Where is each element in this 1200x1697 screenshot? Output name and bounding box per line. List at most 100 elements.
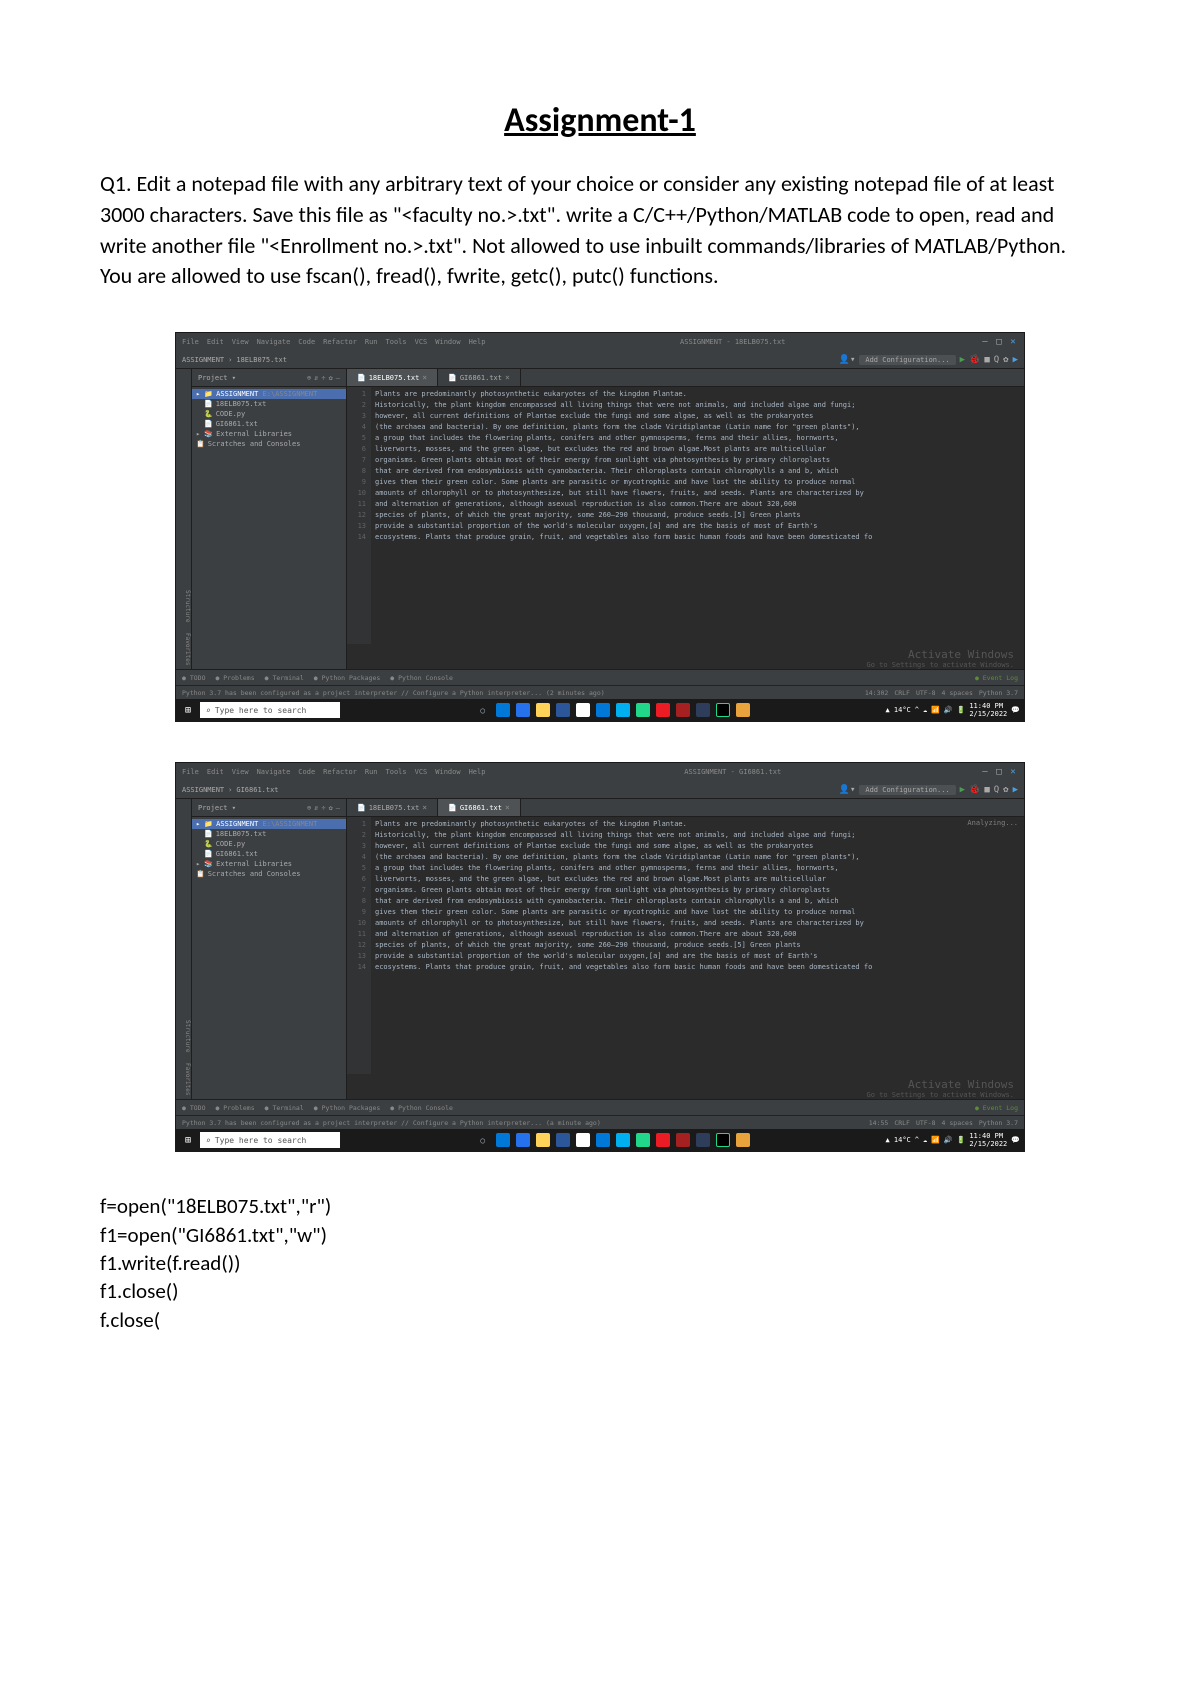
add-configuration-button[interactable]: Add Configuration... xyxy=(859,785,955,795)
taskbar-search[interactable]: ⌕ Type here to search xyxy=(200,1132,340,1148)
tree-item[interactable]: 📄 18ELB075.txt xyxy=(192,399,346,409)
favorites-tab[interactable]: Favorites xyxy=(176,1063,191,1096)
scope-icon[interactable]: ⊕ xyxy=(307,374,311,382)
scope-icon[interactable]: ⊕ xyxy=(307,804,311,812)
status-item[interactable]: 14:55 xyxy=(869,1119,889,1127)
settings-icon[interactable]: ✿ xyxy=(1003,785,1008,795)
locate-icon[interactable]: ÷ xyxy=(321,804,325,812)
menu-code[interactable]: Code xyxy=(298,768,315,776)
word-icon[interactable] xyxy=(556,1133,570,1147)
start-button[interactable]: ⊞ xyxy=(180,702,196,718)
status-item[interactable]: 4 spaces xyxy=(942,689,973,697)
weather-widget[interactable]: ▲ 14°C xyxy=(885,1136,910,1144)
battery-icon[interactable]: 🔋 xyxy=(957,1136,966,1144)
menu-view[interactable]: View xyxy=(232,338,249,346)
project-dropdown[interactable]: Project ▾ xyxy=(198,374,236,382)
menu-tools[interactable]: Tools xyxy=(386,338,407,346)
stop-icon[interactable]: ■ xyxy=(984,785,989,795)
tree-item[interactable]: ▸ 📁 ASSIGNMENT E:\ASSIGNMENT xyxy=(192,389,346,399)
search-icon[interactable]: Q xyxy=(994,785,999,795)
menu-edit[interactable]: Edit xyxy=(207,768,224,776)
tray-chevron-icon[interactable]: ^ xyxy=(915,706,919,714)
weather-widget[interactable]: ▲ 14°C xyxy=(885,706,910,714)
close-icon[interactable]: ✕ xyxy=(1008,337,1018,347)
editor-tab[interactable]: 📄18ELB075.txt× xyxy=(347,369,438,386)
bottom-tab-terminal[interactable]: ● Terminal xyxy=(265,1104,304,1112)
volume-icon[interactable]: 🔊 xyxy=(944,706,953,714)
maximize-icon[interactable]: □ xyxy=(994,767,1004,777)
status-item[interactable]: 4 spaces xyxy=(942,1119,973,1127)
add-configuration-button[interactable]: Add Configuration... xyxy=(859,355,955,365)
gear-icon[interactable]: ✿ xyxy=(329,374,333,382)
tray-chevron-icon[interactable]: ^ xyxy=(915,1136,919,1144)
vscode-icon[interactable] xyxy=(596,703,610,717)
pycharm2-icon[interactable] xyxy=(716,1133,730,1147)
event-log-button[interactable]: ● Event Log xyxy=(975,1104,1018,1112)
clock[interactable]: 11:40 PM2/15/2022 xyxy=(969,1132,1007,1148)
editor-tab[interactable]: 📄18ELB075.txt× xyxy=(347,799,438,816)
breadcrumb-project[interactable]: ASSIGNMENT xyxy=(182,786,224,794)
pycharm2-icon[interactable] xyxy=(716,703,730,717)
tree-item[interactable]: ▸ 📚 External Libraries xyxy=(192,429,346,439)
menu-vcs[interactable]: VCS xyxy=(415,768,428,776)
project-dropdown[interactable]: Project ▾ xyxy=(198,804,236,812)
more-icon[interactable]: ▶ xyxy=(1013,785,1018,795)
menu-window[interactable]: Window xyxy=(435,338,460,346)
bottom-tab-terminal[interactable]: ● Terminal xyxy=(265,674,304,682)
favorites-tab[interactable]: Favorites xyxy=(176,633,191,666)
bottom-tab-todo[interactable]: ● TODO xyxy=(182,1104,205,1112)
bottom-tab-python-console[interactable]: ● Python Console xyxy=(390,674,453,682)
tab-close-icon[interactable]: × xyxy=(422,373,427,382)
tree-item[interactable]: 🐍 CODE.py xyxy=(192,409,346,419)
editor-tab[interactable]: 📄GI6861.txt× xyxy=(438,799,521,816)
status-item[interactable]: UTF-8 xyxy=(916,689,936,697)
tree-item[interactable]: 🐍 CODE.py xyxy=(192,839,346,849)
menu-tools[interactable]: Tools xyxy=(386,768,407,776)
tree-item[interactable]: 📋 Scratches and Consoles xyxy=(192,439,346,449)
explorer-icon[interactable] xyxy=(536,703,550,717)
event-log-button[interactable]: ● Event Log xyxy=(975,674,1018,682)
bottom-tab-python-packages[interactable]: ● Python Packages xyxy=(314,1104,381,1112)
debug-icon[interactable]: 🐞 xyxy=(969,355,980,365)
structure-tab[interactable]: Structure xyxy=(176,1020,191,1053)
user-icon[interactable]: 👤▾ xyxy=(839,785,856,795)
debug-icon[interactable]: 🐞 xyxy=(969,785,980,795)
menu-run[interactable]: Run xyxy=(365,768,378,776)
tree-item[interactable]: 📄 GI6861.txt xyxy=(192,419,346,429)
menu-window[interactable]: Window xyxy=(435,768,460,776)
app2-icon[interactable] xyxy=(736,1133,750,1147)
search-icon[interactable]: Q xyxy=(994,355,999,365)
word-icon[interactable] xyxy=(556,703,570,717)
structure-tab[interactable]: Structure xyxy=(176,590,191,623)
tab-close-icon[interactable]: × xyxy=(505,373,510,382)
cortana-icon[interactable]: ○ xyxy=(476,1133,490,1147)
run-icon[interactable]: ▶ xyxy=(960,355,965,365)
bottom-tab-todo[interactable]: ● TODO xyxy=(182,674,205,682)
explorer-icon[interactable] xyxy=(536,1133,550,1147)
tab-close-icon[interactable]: × xyxy=(505,803,510,812)
tab-close-icon[interactable]: × xyxy=(422,803,427,812)
start-button[interactable]: ⊞ xyxy=(180,1132,196,1148)
acrobat-icon[interactable] xyxy=(656,703,670,717)
onedrive-icon[interactable]: ☁ xyxy=(923,706,927,714)
onedrive-icon[interactable]: ☁ xyxy=(923,1136,927,1144)
bottom-tab-problems[interactable]: ● Problems xyxy=(215,674,254,682)
app-icon[interactable] xyxy=(696,703,710,717)
maximize-icon[interactable]: □ xyxy=(994,337,1004,347)
store-icon[interactable] xyxy=(516,703,530,717)
store-icon[interactable] xyxy=(516,1133,530,1147)
menu-help[interactable]: Help xyxy=(469,338,486,346)
collapse-icon[interactable]: ⇵ xyxy=(314,804,318,812)
network-icon[interactable]: 📶 xyxy=(931,1136,940,1144)
skype-icon[interactable] xyxy=(616,703,630,717)
user-icon[interactable]: 👤▾ xyxy=(839,355,856,365)
pycharm-icon[interactable] xyxy=(636,1133,650,1147)
menu-navigate[interactable]: Navigate xyxy=(257,768,291,776)
hide-icon[interactable]: — xyxy=(336,374,340,382)
editor-content[interactable]: 1234567891011121314 Plants are predomina… xyxy=(347,387,1024,644)
chrome-icon[interactable] xyxy=(576,1133,590,1147)
bottom-tab-problems[interactable]: ● Problems xyxy=(215,1104,254,1112)
menu-file[interactable]: File xyxy=(182,768,199,776)
menu-file[interactable]: File xyxy=(182,338,199,346)
hide-icon[interactable]: — xyxy=(336,804,340,812)
